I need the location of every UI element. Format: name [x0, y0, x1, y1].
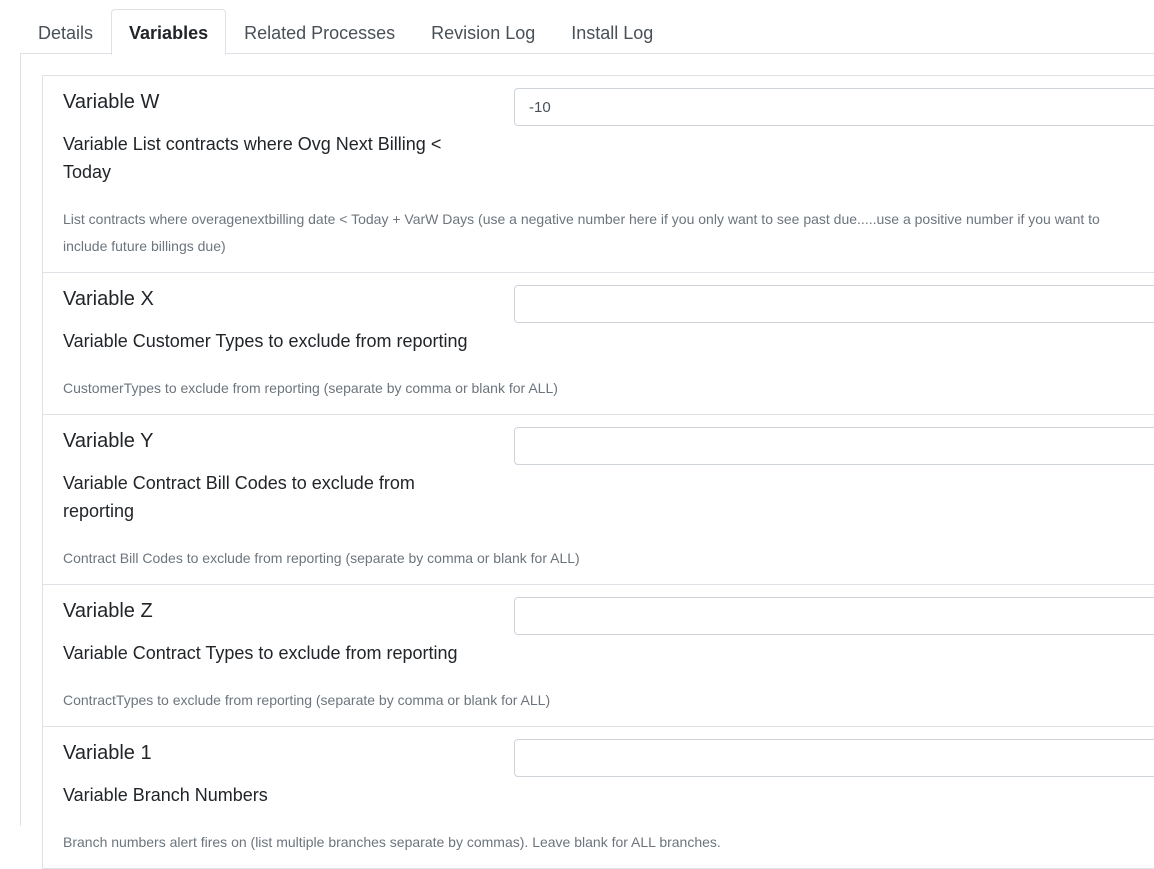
variable-x-label: Variable Customer Types to exclude from …: [63, 331, 468, 351]
variables-panel: Variable W Variable List contracts where…: [20, 54, 1154, 869]
tab-related-processes[interactable]: Related Processes: [226, 9, 413, 54]
variable-x-help: CustomerTypes to exclude from reporting …: [63, 380, 558, 396]
variable-1-row: Variable 1 Variable Branch Numbers Branc…: [43, 727, 1154, 869]
variable-1-label: Variable Branch Numbers: [63, 785, 268, 805]
variables-list: Variable W Variable List contracts where…: [42, 75, 1154, 869]
variable-w-label: Variable List contracts where Ovg Next B…: [63, 134, 442, 182]
tab-details[interactable]: Details: [20, 9, 111, 54]
variable-z-help: ContractTypes to exclude from reporting …: [63, 692, 551, 708]
variable-1-input[interactable]: [514, 739, 1154, 777]
variable-1-help: Branch numbers alert fires on (list mult…: [63, 834, 721, 850]
variable-y-label: Variable Contract Bill Codes to exclude …: [63, 473, 415, 521]
variable-y-input[interactable]: [514, 427, 1154, 465]
tab-install-log[interactable]: Install Log: [553, 9, 671, 54]
variable-z-input[interactable]: [514, 597, 1154, 635]
tab-bar: Details Variables Related Processes Revi…: [20, 9, 1154, 55]
variable-y-help: Contract Bill Codes to exclude from repo…: [63, 550, 580, 566]
variable-y-row: Variable Y Variable Contract Bill Codes …: [43, 415, 1154, 585]
variable-z-row: Variable Z Variable Contract Types to ex…: [43, 585, 1154, 727]
variable-w-row: Variable W Variable List contracts where…: [43, 76, 1154, 273]
variable-x-input[interactable]: [514, 285, 1154, 323]
variable-w-help: List contracts where overagenextbilling …: [63, 211, 1100, 254]
variable-x-row: Variable X Variable Customer Types to ex…: [43, 273, 1154, 415]
tab-variables[interactable]: Variables: [111, 9, 227, 55]
tab-revision-log[interactable]: Revision Log: [413, 9, 553, 54]
variable-w-input[interactable]: [514, 88, 1154, 126]
variable-z-label: Variable Contract Types to exclude from …: [63, 643, 458, 663]
